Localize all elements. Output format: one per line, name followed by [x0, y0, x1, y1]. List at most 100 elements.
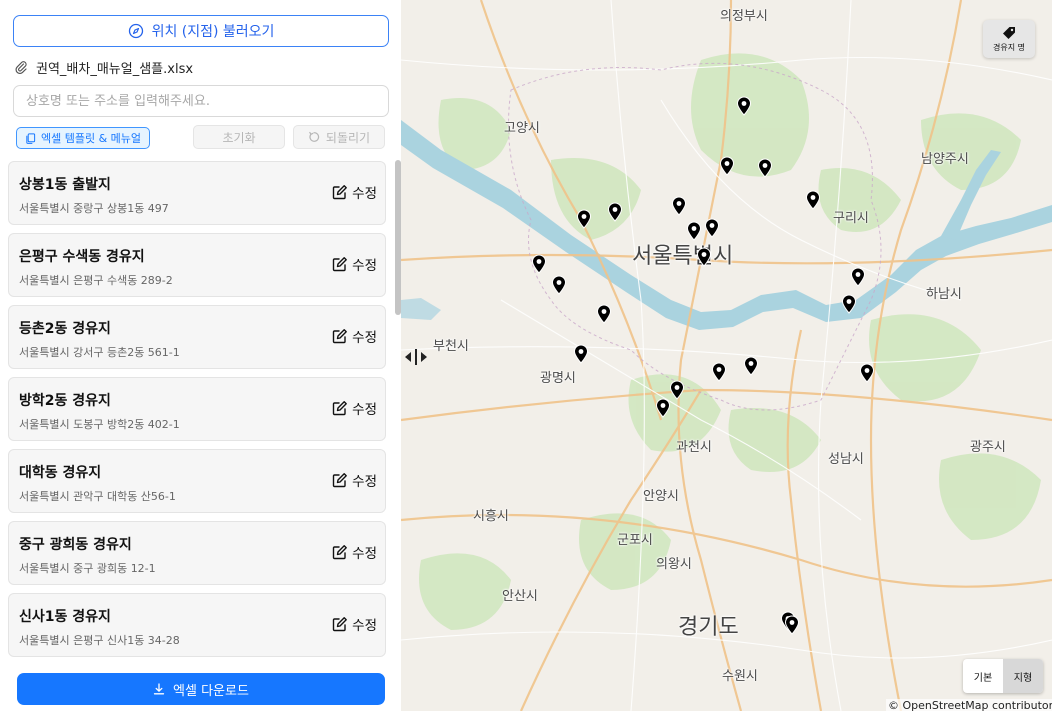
map-place-label: 안양시 — [643, 489, 679, 504]
map-place-label: 광주시 — [970, 440, 1006, 455]
undo-button[interactable]: 되돌리기 — [293, 125, 385, 149]
location-card[interactable]: 은평구 수색동 경유지서울특별시 은평구 수색동 289-2 수정 — [8, 233, 386, 297]
map-place-label: 과천시 — [676, 440, 712, 455]
location-name: 중구 광희동 경유지 — [19, 537, 132, 553]
location-address: 서울특별시 중구 광희동 12-1 — [19, 562, 156, 575]
map-place-label: 의정부시 — [720, 9, 768, 24]
location-card[interactable]: 등촌2동 경유지서울특별시 강서구 등촌2동 561-1 수정 — [8, 305, 386, 369]
edit-location-button[interactable]: 수정 — [332, 470, 377, 490]
compass-icon — [128, 23, 143, 39]
map-place-label: 구리시 — [833, 211, 869, 226]
location-address: 서울특별시 은평구 수색동 289-2 — [19, 274, 173, 287]
map-place-label: 경기도 — [678, 615, 739, 640]
location-panel: 위치 (지점) 불러오기 권역_배차_매뉴얼_샘플.xlsx 엑셀 템플릿 & … — [0, 0, 401, 711]
basemap-option-default[interactable]: 기본 — [963, 659, 1003, 693]
edit-location-button[interactable]: 수정 — [332, 398, 377, 418]
location-address: 서울특별시 은평구 신사1동 34-28 — [19, 634, 180, 647]
load-locations-label: 위치 (지점) 불러오기 — [151, 24, 275, 40]
reset-button[interactable]: 초기화 — [193, 125, 285, 149]
paperclip-icon — [15, 61, 27, 74]
map-marker-icon[interactable] — [671, 196, 687, 216]
map-marker-icon[interactable] — [576, 209, 592, 229]
map-marker-icon[interactable] — [841, 294, 857, 314]
map-marker-icon[interactable] — [743, 356, 759, 376]
location-address: 서울특별시 중랑구 상봉1동 497 — [19, 202, 169, 215]
excel-download-label: 엑셀 다운로드 — [173, 683, 249, 699]
map-marker-icon[interactable] — [704, 218, 720, 238]
location-card[interactable]: 대학동 경유지 서울특별시 관악구 대학동 산56-1 수정 — [8, 449, 386, 513]
edit-location-button[interactable]: 수정 — [332, 326, 377, 346]
location-name: 은평구 수색동 경유지 — [19, 249, 145, 265]
map-marker-icon[interactable] — [757, 158, 773, 178]
map-place-label: 군포시 — [617, 533, 653, 548]
map-place-label: 서울특별시 — [632, 244, 734, 269]
map-place-label: 의왕시 — [656, 557, 692, 572]
panel-resize-handle[interactable] — [401, 342, 431, 372]
map-place-label: 수원시 — [722, 669, 758, 684]
edit-location-button[interactable]: 수정 — [332, 614, 377, 634]
edit-icon — [332, 617, 348, 632]
map-marker-icon[interactable] — [859, 363, 875, 383]
map-base-layer — [401, 0, 1052, 711]
attached-file[interactable]: 권역_배차_매뉴얼_샘플.xlsx — [14, 58, 194, 77]
waypoint-name-toggle[interactable]: 경유지 명 — [983, 20, 1035, 58]
copy-icon — [26, 132, 36, 144]
edit-icon — [332, 401, 348, 416]
edit-label: 수정 — [352, 330, 377, 346]
map-marker-icon[interactable] — [805, 190, 821, 210]
address-search-input[interactable] — [13, 85, 389, 117]
location-name: 상봉1동 출발지 — [19, 177, 111, 193]
map-marker-icon[interactable] — [596, 304, 612, 324]
edit-label: 수정 — [352, 546, 377, 562]
location-card[interactable]: 상봉1동 출발지서울특별시 중랑구 상봉1동 497 수정 — [8, 161, 386, 225]
map-marker-icon[interactable] — [850, 267, 866, 287]
edit-icon — [332, 257, 348, 272]
excel-template-label: 엑셀 템플릿 & 메뉴얼 — [40, 132, 142, 145]
undo-label: 되돌리기 — [325, 130, 371, 145]
map-marker-icon[interactable] — [784, 615, 800, 635]
excel-template-button[interactable]: 엑셀 템플릿 & 메뉴얼 — [16, 127, 150, 149]
location-name: 등촌2동 경유지 — [19, 321, 111, 337]
edit-icon — [332, 329, 348, 344]
map-place-label: 부천시 — [433, 339, 469, 354]
map-marker-icon[interactable] — [669, 380, 685, 400]
map-marker-icon[interactable] — [655, 398, 671, 418]
edit-label: 수정 — [352, 618, 377, 634]
location-name: 신사1동 경유지 — [19, 609, 111, 625]
map-marker-icon[interactable] — [711, 362, 727, 382]
map-place-label: 고양시 — [504, 121, 540, 136]
edit-label: 수정 — [352, 258, 377, 274]
horizontal-resize-icon — [405, 349, 427, 365]
edit-location-button[interactable]: 수정 — [332, 542, 377, 562]
map-marker-icon[interactable] — [736, 96, 752, 116]
location-card[interactable]: 신사1동 경유지서울특별시 은평구 신사1동 34-28 수정 — [8, 593, 386, 657]
app-root: 위치 (지점) 불러오기 권역_배차_매뉴얼_샘플.xlsx 엑셀 템플릿 & … — [0, 0, 1052, 711]
map-marker-icon[interactable] — [531, 254, 547, 274]
download-icon — [153, 683, 165, 695]
edit-label: 수정 — [352, 186, 377, 202]
map-marker-icon[interactable] — [696, 247, 712, 267]
map-view[interactable]: 의정부시 고양시 남양주시 구리시 서울특별시 하남시 부천시 광명시 과천시 성남시 광주시 안양시… — [401, 0, 1052, 711]
waypoint-name-label: 경유지 명 — [993, 42, 1025, 52]
map-marker-icon[interactable] — [719, 156, 735, 176]
map-place-label: 하남시 — [926, 287, 962, 302]
map-marker-icon[interactable] — [607, 202, 623, 222]
basemap-option-terrain[interactable]: 지형 — [1003, 659, 1043, 693]
tag-icon — [1003, 26, 1015, 39]
map-marker-icon[interactable] — [551, 275, 567, 295]
edit-location-button[interactable]: 수정 — [332, 182, 377, 202]
map-place-label: 광명시 — [540, 371, 576, 386]
location-card[interactable]: 방학2동 경유지 서울특별시 도봉구 방학2동 402-1 수정 — [8, 377, 386, 441]
map-marker-icon[interactable] — [686, 221, 702, 241]
undo-icon — [309, 131, 320, 142]
edit-location-button[interactable]: 수정 — [332, 254, 377, 274]
load-locations-button[interactable]: 위치 (지점) 불러오기 — [13, 15, 389, 47]
edit-label: 수정 — [352, 474, 377, 490]
location-card[interactable]: 중구 광희동 경유지서울특별시 중구 광희동 12-1 수정 — [8, 521, 386, 585]
map-marker-icon[interactable] — [573, 344, 589, 364]
location-address: 서울특별시 강서구 등촌2동 561-1 — [19, 346, 180, 359]
edit-label: 수정 — [352, 402, 377, 418]
attached-file-name: 권역_배차_매뉴얼_샘플.xlsx — [36, 61, 194, 77]
map-place-label: 안산시 — [502, 589, 538, 604]
excel-download-button[interactable]: 엑셀 다운로드 — [17, 673, 385, 705]
